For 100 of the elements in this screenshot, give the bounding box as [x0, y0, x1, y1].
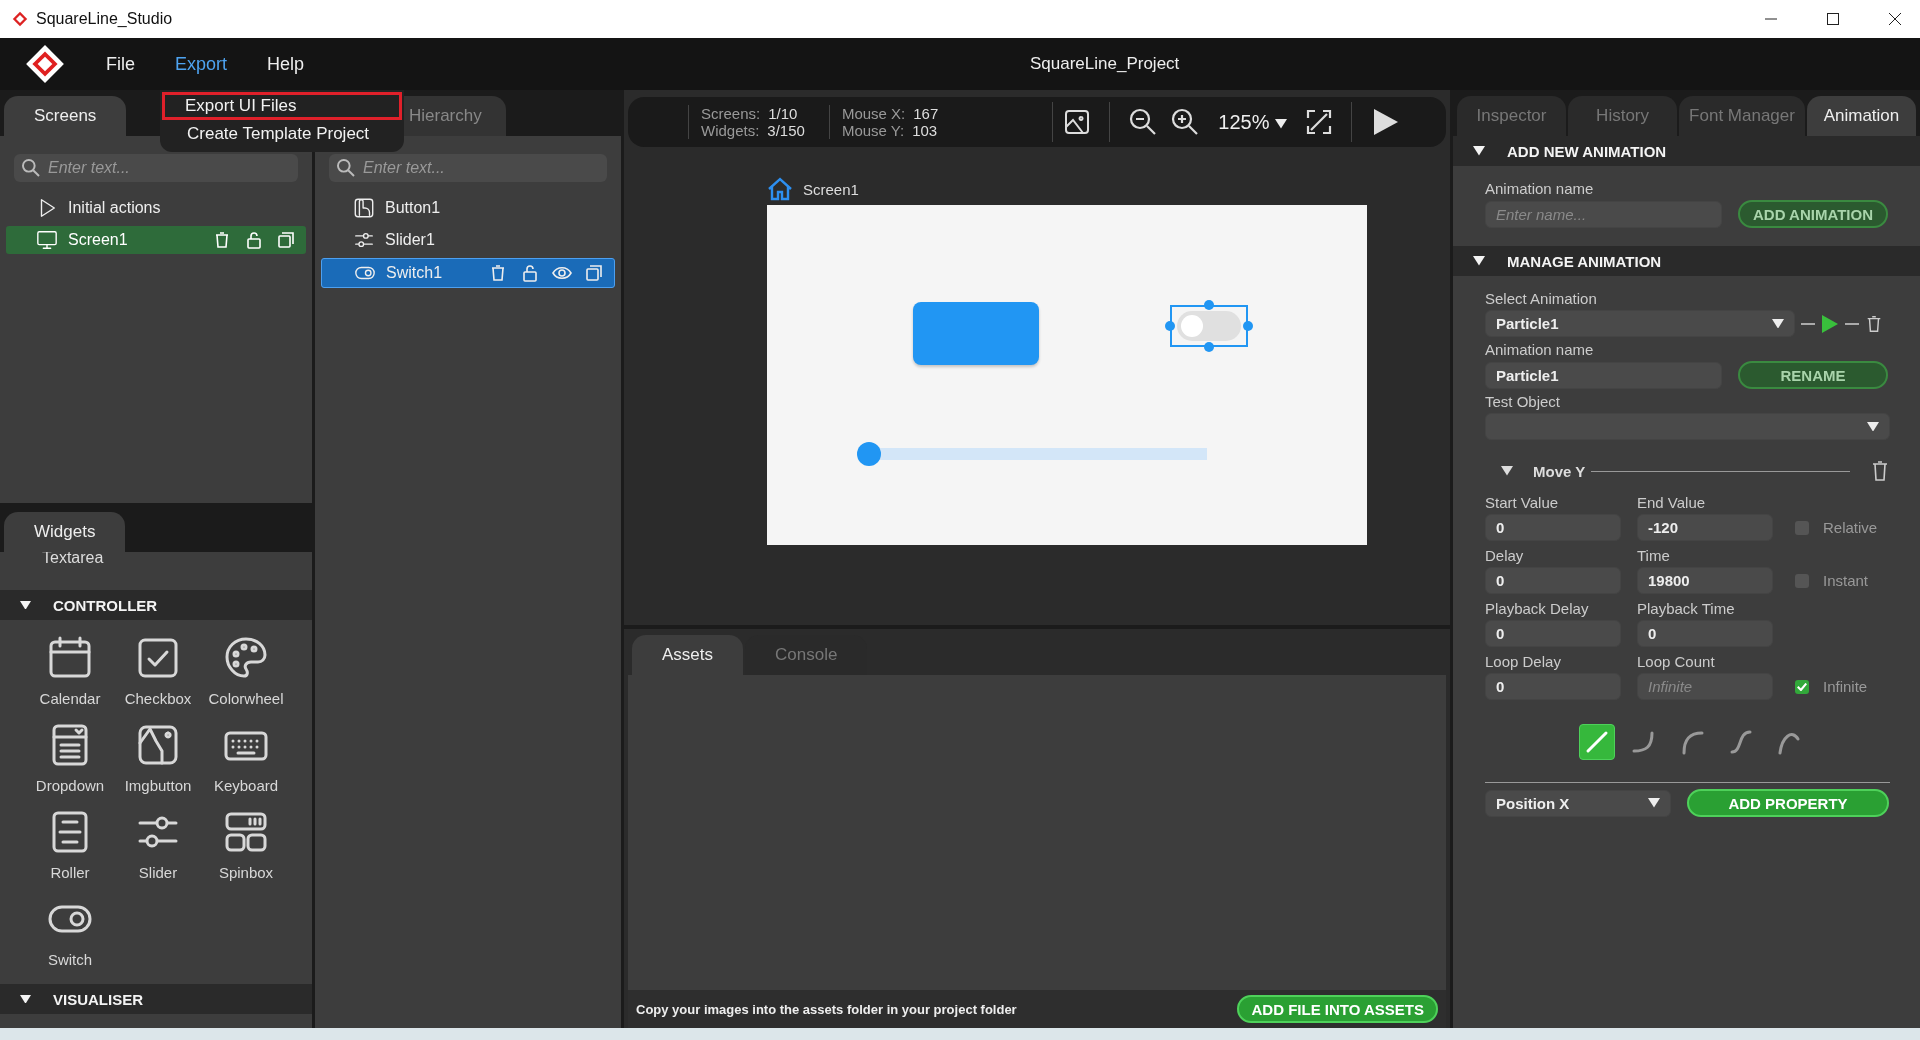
field-label: Select Animation	[1485, 290, 1598, 307]
panel-tab[interactable]: Assets	[632, 635, 744, 675]
field-label: Playback Time	[1637, 600, 1736, 617]
animation-dropdown[interactable]: Particle1	[1485, 310, 1795, 337]
curve-icon	[1584, 729, 1610, 755]
trash-icon[interactable]	[1870, 460, 1890, 482]
caret-icon	[20, 600, 31, 610]
rename-button[interactable]: RENAME	[1738, 361, 1888, 389]
value-field[interactable]: 0	[1485, 514, 1621, 541]
widget-tile[interactable]: Slider	[114, 808, 202, 881]
section-header[interactable]: CONTROLLER	[0, 590, 312, 620]
panel-tab[interactable]: Animation	[1806, 96, 1916, 136]
field-label: Animation name	[1485, 180, 1595, 197]
add-animation-button[interactable]: ADD ANIMATION	[1738, 200, 1888, 228]
value-field[interactable]: 0	[1637, 620, 1773, 647]
zoom-dropdown[interactable]: 125%	[1218, 110, 1288, 134]
screen-list-item[interactable]: Screen1	[6, 226, 306, 254]
widget-label: Textarea	[42, 552, 104, 566]
checkbox[interactable]	[1795, 679, 1809, 694]
stat-value: 103	[912, 122, 938, 139]
widget-tile[interactable]: Imgbutton	[114, 721, 202, 794]
search-icon	[22, 159, 40, 177]
widget-tile[interactable]: Colorwheel	[202, 634, 290, 707]
field-label: Loop Count	[1637, 653, 1716, 670]
field-label: Time	[1637, 547, 1671, 564]
name-field[interactable]: Particle1	[1485, 361, 1722, 389]
stat-value: 167	[913, 105, 939, 122]
stat-label: Widgets:	[701, 122, 760, 139]
checkmark-icon	[1797, 682, 1807, 691]
hierarchy-item[interactable]: Slider1	[321, 226, 615, 254]
field-label: End Value	[1637, 494, 1707, 511]
menu-item[interactable]: File	[106, 53, 135, 75]
curve-icon	[1680, 729, 1706, 755]
button-icon	[353, 197, 375, 219]
menu-item[interactable]: Help	[267, 53, 305, 75]
project-title: SquareLine_Project	[1030, 54, 1180, 74]
screen-icon	[36, 229, 58, 251]
switch-widget[interactable]	[1177, 311, 1241, 341]
checkbox-label: Relative	[1823, 519, 1878, 536]
fit-screen-icon[interactable]	[1305, 108, 1334, 136]
easing-button[interactable]	[1579, 724, 1615, 760]
caret-icon	[20, 994, 31, 1004]
widget-tile[interactable]: Roller	[26, 808, 114, 881]
panel-tab[interactable]: Screens	[4, 96, 127, 136]
stat-label: Mouse X:	[841, 105, 906, 122]
maximize-icon[interactable]	[1826, 12, 1840, 26]
padlock-icon[interactable]	[244, 230, 264, 250]
caret-icon	[1473, 146, 1485, 156]
trash-icon[interactable]	[1865, 313, 1883, 334]
field-label: Playback Delay	[1485, 600, 1590, 617]
value-field[interactable]: 0	[1485, 620, 1621, 647]
caret-icon	[1648, 798, 1660, 808]
copy-icon[interactable]	[584, 263, 604, 283]
hierarchy-item[interactable]: Button1	[321, 194, 615, 222]
widget-tile[interactable]: Keyboard	[202, 721, 290, 794]
property-dropdown[interactable]: Position X	[1485, 789, 1671, 817]
section-header[interactable]: VISUALISER	[0, 984, 312, 1014]
caret-icon	[1473, 256, 1485, 266]
widget-tile[interactable]: Calendar	[26, 634, 114, 707]
section-header[interactable]: MANAGE ANIMATION	[1453, 246, 1920, 276]
window-title: SquareLine_Studio	[36, 10, 173, 28]
search-icon	[337, 159, 355, 177]
curve-icon	[1728, 729, 1754, 755]
screen-name: Screen1	[803, 180, 859, 198]
home-icon	[767, 177, 793, 201]
name-field[interactable]: Enter name...	[1485, 200, 1722, 228]
checkbox[interactable]	[1795, 520, 1809, 535]
value-field[interactable]: 0	[1485, 567, 1621, 594]
value-field[interactable]: 19800	[1637, 567, 1773, 594]
stat-value: 1/10	[768, 105, 798, 122]
menu-entry[interactable]: Export UI Files	[162, 92, 402, 120]
search-field[interactable]: Enter text...	[14, 154, 298, 182]
copy-icon[interactable]	[276, 230, 296, 250]
caret-icon	[1501, 466, 1513, 476]
screen-list-item[interactable]: Initial actions	[6, 194, 306, 222]
slider-thumb[interactable]	[857, 442, 881, 466]
widget-tile[interactable]: Spinbox	[202, 808, 290, 881]
close-icon[interactable]	[1888, 12, 1902, 26]
widget-tile[interactable]: Switch	[26, 895, 114, 968]
value-field[interactable]: -120	[1637, 514, 1773, 541]
caret-icon	[1772, 318, 1784, 329]
image-icon[interactable]	[1063, 108, 1092, 136]
hierarchy-item[interactable]: Switch1	[321, 258, 615, 288]
app-logo-icon	[24, 43, 66, 85]
checkbox[interactable]	[1795, 573, 1809, 588]
widget-tile[interactable]: Checkbox	[114, 634, 202, 707]
caret-icon	[1275, 118, 1288, 129]
search-field[interactable]: Enter text...	[329, 154, 607, 182]
widget-tile[interactable]: Dropdown	[26, 721, 114, 794]
menu-item[interactable]: Export	[175, 53, 228, 75]
caret-icon	[1867, 421, 1879, 432]
checkbox-label: Infinite	[1823, 678, 1868, 695]
section-header[interactable]: ADD NEW ANIMATION	[1453, 136, 1920, 166]
value-field[interactable]: Infinite	[1637, 673, 1773, 700]
field-label: Delay	[1485, 547, 1525, 564]
field-label: Animation name	[1485, 341, 1595, 358]
padlock-icon[interactable]	[520, 263, 540, 283]
value-field[interactable]: 0	[1485, 673, 1621, 700]
field-label: Loop Delay	[1485, 653, 1562, 670]
panel-tab[interactable]: Widgets	[4, 512, 126, 552]
